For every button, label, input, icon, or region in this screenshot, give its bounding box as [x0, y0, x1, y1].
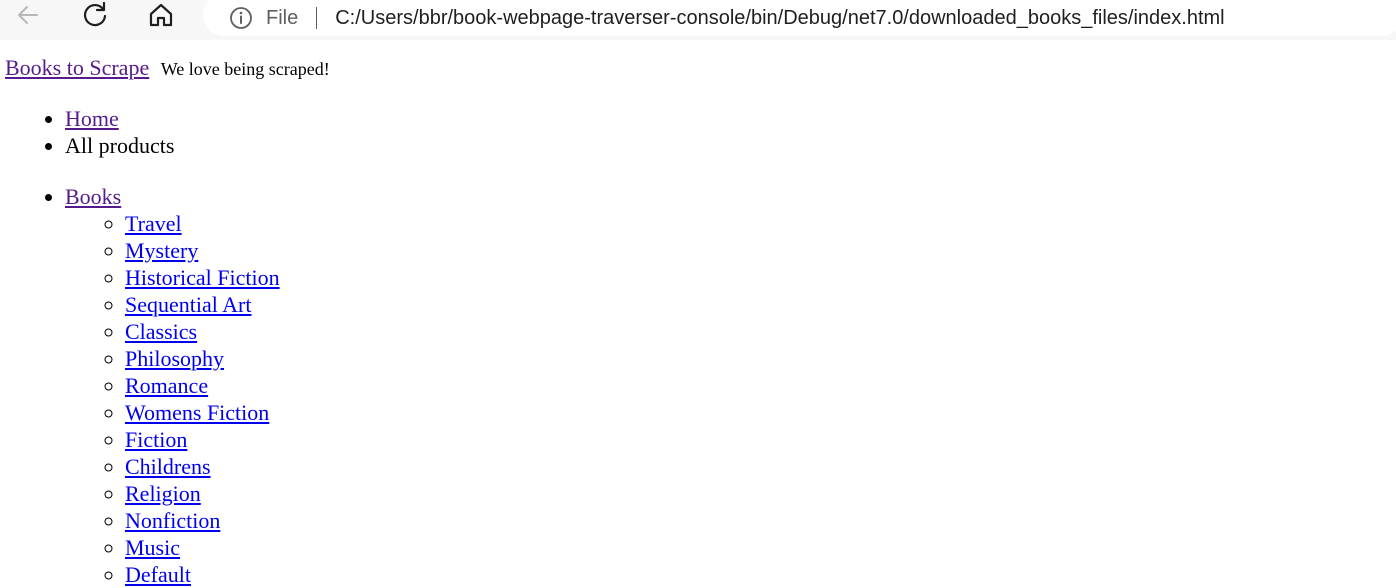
reload-icon — [81, 1, 109, 29]
category-item-philosophy: Philosophy — [125, 345, 280, 372]
category-link-religion[interactable]: Religion — [125, 481, 201, 506]
category-item-romance: Romance — [125, 372, 280, 399]
category-item-mystery: Mystery — [125, 237, 280, 264]
category-link-mystery[interactable]: Mystery — [125, 238, 198, 263]
category-link-womens-fiction[interactable]: Womens Fiction — [125, 400, 269, 425]
reload-button[interactable] — [77, 0, 113, 30]
category-item-default: Default — [125, 561, 280, 588]
category-item-sequential-art: Sequential Art — [125, 291, 280, 318]
page-content: Books to Scrape We love being scraped! H… — [0, 40, 1396, 587]
category-link-childrens[interactable]: Childrens — [125, 454, 211, 479]
category-item-music: Music — [125, 534, 280, 561]
category-item-classics: Classics — [125, 318, 280, 345]
category-link-philosophy[interactable]: Philosophy — [125, 346, 224, 371]
home-button[interactable] — [143, 0, 179, 30]
category-link-fiction[interactable]: Fiction — [125, 427, 187, 452]
breadcrumb-home-link[interactable]: Home — [65, 106, 119, 131]
category-link-classics[interactable]: Classics — [125, 319, 197, 344]
back-arrow-icon — [15, 2, 41, 28]
category-link-romance[interactable]: Romance — [125, 373, 208, 398]
category-nav: Books Travel Mystery Historical Fiction … — [0, 183, 280, 588]
category-item-fiction: Fiction — [125, 426, 280, 453]
category-root-link[interactable]: Books — [65, 184, 121, 209]
back-button[interactable] — [10, 0, 46, 30]
address-separator — [316, 7, 318, 29]
subcategory-list: Travel Mystery Historical Fiction Sequen… — [65, 210, 280, 588]
site-tagline: We love being scraped! — [160, 59, 330, 79]
category-item-nonfiction: Nonfiction — [125, 507, 280, 534]
category-item-travel: Travel — [125, 210, 280, 237]
category-link-sequential-art[interactable]: Sequential Art — [125, 292, 251, 317]
category-link-historical-fiction[interactable]: Historical Fiction — [125, 265, 280, 290]
info-icon[interactable] — [229, 6, 253, 30]
url-text[interactable]: C:/Users/bbr/book-webpage-traverser-cons… — [335, 7, 1224, 30]
address-bar[interactable]: File C:/Users/bbr/book-webpage-traverser… — [203, 0, 1396, 36]
category-item-historical-fiction: Historical Fiction — [125, 264, 280, 291]
home-icon — [147, 1, 175, 29]
category-item-womens-fiction: Womens Fiction — [125, 399, 280, 426]
category-root: Books Travel Mystery Historical Fiction … — [65, 183, 280, 588]
category-item-religion: Religion — [125, 480, 280, 507]
category-link-travel[interactable]: Travel — [125, 211, 182, 236]
breadcrumb-item-home: Home — [65, 105, 174, 132]
category-link-music[interactable]: Music — [125, 535, 180, 560]
browser-toolbar: File C:/Users/bbr/book-webpage-traverser… — [0, 0, 1396, 40]
breadcrumb-item-current: All products — [65, 132, 174, 159]
category-link-default[interactable]: Default — [125, 562, 191, 587]
scheme-label: File — [266, 6, 299, 29]
site-header: Books to Scrape We love being scraped! — [5, 54, 330, 83]
site-name-link[interactable]: Books to Scrape — [5, 55, 149, 80]
breadcrumb: Home All products — [0, 105, 174, 159]
category-item-childrens: Childrens — [125, 453, 280, 480]
category-link-nonfiction[interactable]: Nonfiction — [125, 508, 220, 533]
